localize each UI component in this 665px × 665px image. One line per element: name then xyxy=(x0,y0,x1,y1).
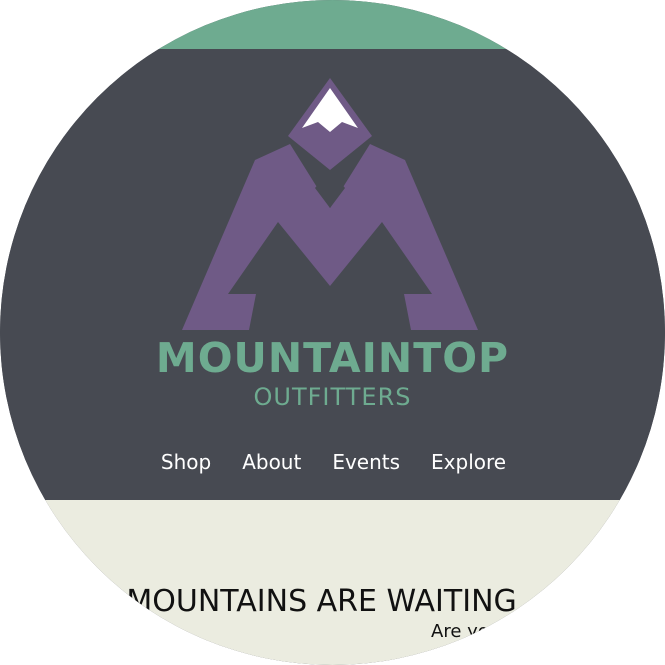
page-viewport: MOUNTAINTOP OUTFITTERS Shop About Events… xyxy=(0,0,665,665)
nav-item-shop[interactable]: Shop xyxy=(161,446,211,480)
hero-headline: THE MOUNTAINS ARE WAITING xyxy=(57,584,517,619)
nav-item-explore[interactable]: Explore xyxy=(431,446,506,480)
main-nav: Shop About Events Explore xyxy=(0,446,665,480)
nav-item-events[interactable]: Events xyxy=(332,446,400,480)
mountain-logo-icon xyxy=(182,78,478,330)
nav-item-about[interactable]: About xyxy=(242,446,301,480)
top-accent-strip xyxy=(0,0,665,49)
brand-name: MOUNTAINTOP xyxy=(155,334,510,382)
brand-subtitle: OUTFITTERS xyxy=(253,383,412,411)
hero-subline: Are you ready? xyxy=(431,621,567,642)
